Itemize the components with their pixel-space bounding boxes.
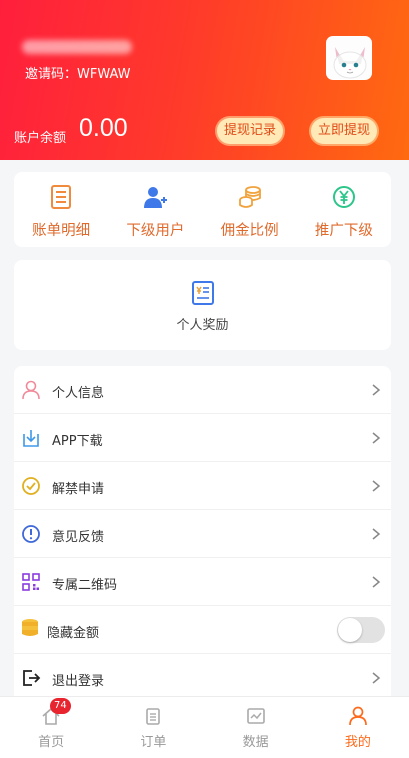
list-item-app-download[interactable]: APP下载	[14, 414, 391, 462]
list-item-label: 隐藏金额	[47, 626, 100, 641]
chevron-right-icon	[372, 432, 381, 444]
bottom-tabbar: 74 首页 订单 数据 我的	[0, 696, 409, 758]
withdraw-now-button[interactable]: 立即提现	[311, 118, 377, 144]
home-badge: 74	[50, 698, 71, 714]
coin-stack-icon	[22, 619, 38, 636]
coins-icon	[238, 186, 261, 208]
list-item-qrcode[interactable]: 专属二维码	[14, 558, 391, 606]
clipboard-icon	[146, 708, 161, 725]
chevron-right-icon	[372, 384, 381, 396]
person-icon	[22, 380, 40, 400]
balance-label: 账户余额	[14, 131, 67, 146]
tab-data[interactable]: 数据	[205, 697, 307, 758]
chevron-right-icon	[372, 576, 381, 588]
cat-avatar-icon	[327, 37, 371, 79]
list-item-label: 个人信息	[52, 386, 105, 401]
qrcode-icon	[22, 573, 40, 591]
settings-list: 个人信息 APP下载 解禁申请 意见反馈 专属二维码 隐藏金额 退出登录	[14, 366, 391, 706]
person-icon	[349, 706, 367, 726]
tab-label: 首页	[38, 735, 65, 750]
balance-value: 0.00	[79, 114, 128, 142]
list-item-label: APP下载	[52, 434, 103, 449]
grid-item-sub-users[interactable]: 下级用户	[108, 172, 202, 247]
chart-icon	[246, 708, 265, 724]
list-item-profile[interactable]: 个人信息	[14, 366, 391, 414]
tab-label: 我的	[344, 735, 371, 750]
account-header: 邀请码：WFWAW 账户余额 0.00 提现记录 立即提现	[0, 0, 409, 160]
tab-mine[interactable]: 我的	[307, 697, 409, 758]
personal-reward-label: 个人奖励	[176, 318, 229, 333]
list-item-hide-amount: 隐藏金额	[14, 606, 391, 654]
info-icon	[22, 525, 40, 543]
grid-item-commission[interactable]: 佣金比例	[203, 172, 297, 247]
yuan-icon	[332, 186, 355, 208]
chevron-right-icon	[372, 528, 381, 540]
personal-reward-card[interactable]: 个人奖励	[14, 260, 391, 350]
quick-grid: 账单明细 下级用户 佣金比例 推广下级	[14, 172, 391, 247]
list-item-label: 退出登录	[52, 674, 105, 689]
grid-item-label: 下级用户	[126, 223, 185, 239]
chevron-right-icon	[372, 480, 381, 492]
withdraw-record-button[interactable]: 提现记录	[217, 118, 283, 144]
bill-icon	[51, 185, 72, 209]
list-item-label: 意见反馈	[52, 530, 105, 545]
avatar[interactable]	[326, 36, 372, 80]
grid-item-label: 推广下级	[314, 223, 373, 239]
list-item-logout[interactable]: 退出登录	[14, 654, 391, 702]
invite-code: 邀请码：WFWAW	[25, 67, 131, 82]
tab-home[interactable]: 74 首页	[0, 697, 102, 758]
chevron-right-icon	[372, 672, 381, 684]
grid-item-label: 佣金比例	[220, 223, 279, 239]
reward-icon	[191, 281, 214, 305]
add-user-icon	[144, 187, 168, 208]
hide-amount-toggle[interactable]	[337, 617, 385, 643]
logout-icon	[23, 670, 41, 686]
tab-label: 订单	[140, 735, 167, 750]
grid-item-label: 账单明细	[32, 223, 91, 239]
list-item-label: 专属二维码	[52, 578, 118, 593]
check-circle-icon	[22, 477, 40, 495]
tab-label: 数据	[242, 735, 269, 750]
grid-item-bill[interactable]: 账单明细	[14, 172, 108, 247]
toggle-knob	[338, 618, 362, 642]
tab-orders[interactable]: 订单	[102, 697, 204, 758]
list-item-unban-request[interactable]: 解禁申请	[14, 462, 391, 510]
grid-item-promote[interactable]: 推广下级	[297, 172, 391, 247]
download-icon	[23, 430, 39, 447]
list-item-feedback[interactable]: 意见反馈	[14, 510, 391, 558]
list-item-label: 解禁申请	[52, 482, 105, 497]
blurred-username	[22, 40, 132, 54]
